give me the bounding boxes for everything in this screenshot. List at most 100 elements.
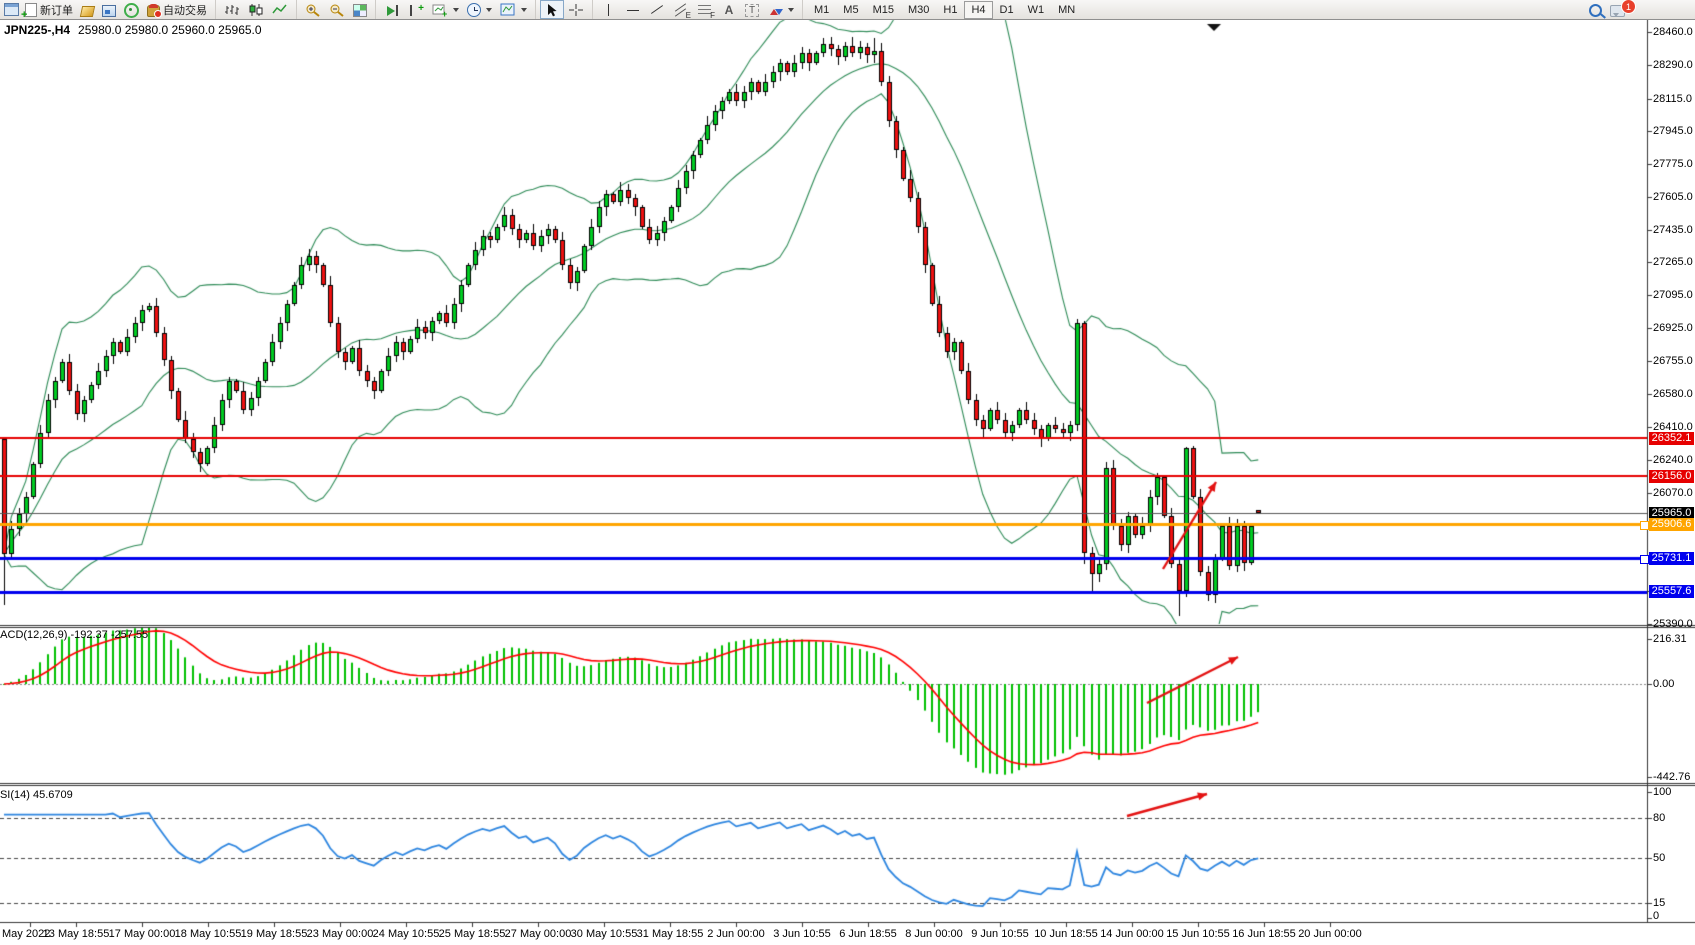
price-line-label: 25731.1 bbox=[1649, 552, 1694, 565]
bar-chart-button[interactable] bbox=[220, 0, 244, 19]
auto-trading-icon bbox=[147, 5, 160, 17]
vertical-line-icon bbox=[601, 3, 617, 17]
timeframe-h1[interactable]: H1 bbox=[936, 1, 964, 19]
search-icon bbox=[1589, 4, 1602, 17]
timeframe-h4[interactable]: H4 bbox=[964, 1, 992, 19]
arrows-icon bbox=[767, 3, 783, 17]
time-axis-label: 25 May 18:55 bbox=[439, 928, 506, 940]
text-label-button[interactable]: T bbox=[741, 0, 763, 19]
time-axis-label: 27 May 00:00 bbox=[505, 928, 572, 940]
rsi-axis-label: 80 bbox=[1653, 812, 1665, 824]
macd-axis-label: 216.31 bbox=[1653, 633, 1687, 645]
search-button[interactable] bbox=[1585, 0, 1606, 19]
line-handle[interactable] bbox=[1640, 555, 1649, 564]
line-chart-button[interactable] bbox=[268, 0, 292, 19]
timeframe-mn[interactable]: MN bbox=[1051, 1, 1082, 19]
price-line-label: 26352.1 bbox=[1649, 432, 1694, 445]
template-button[interactable] bbox=[496, 0, 531, 19]
auto-trading-button[interactable]: 自动交易 bbox=[143, 0, 211, 19]
zoom-out-button[interactable] bbox=[325, 0, 349, 19]
period-caret bbox=[486, 8, 492, 12]
market-depth-button[interactable] bbox=[77, 0, 98, 19]
terminal-button[interactable] bbox=[98, 0, 120, 19]
new-order-icon bbox=[25, 3, 37, 17]
rsi-axis-label: 0 bbox=[1653, 910, 1659, 922]
trendline-icon bbox=[649, 3, 665, 17]
rsi-axis-label: 50 bbox=[1653, 852, 1665, 864]
terminal-icon bbox=[102, 5, 116, 17]
price-axis-label: 27605.0 bbox=[1653, 191, 1693, 203]
candle-chart-button[interactable] bbox=[244, 0, 268, 19]
zoom-in-button[interactable] bbox=[301, 0, 325, 19]
cursor-icon bbox=[544, 3, 560, 17]
toolbar-group-zoom bbox=[297, 0, 376, 19]
time-axis-label: 17 May 00:00 bbox=[109, 928, 176, 940]
time-axis-label: 13 May 18:55 bbox=[43, 928, 110, 940]
toolbar-group-right: 1 bbox=[1581, 0, 1633, 19]
cursor-button[interactable] bbox=[540, 0, 564, 19]
chart-shift-icon bbox=[408, 3, 424, 17]
signals-button[interactable] bbox=[120, 0, 143, 19]
clock-icon bbox=[467, 3, 481, 17]
time-axis-label: 3 Jun 10:55 bbox=[773, 928, 831, 940]
new-order-button[interactable]: 新订单 bbox=[19, 0, 77, 19]
timeframe-m30[interactable]: M30 bbox=[901, 1, 936, 19]
time-axis-label: 20 Jun 00:00 bbox=[1298, 928, 1362, 940]
tile-windows-button[interactable] bbox=[349, 0, 371, 19]
time-axis-label: 18 May 10:55 bbox=[175, 928, 242, 940]
line-chart-icon bbox=[272, 3, 288, 17]
price-axis-label: 27095.0 bbox=[1653, 289, 1693, 301]
toolbar-group-cursor bbox=[536, 0, 593, 19]
horizontal-line-icon bbox=[625, 3, 641, 17]
template-caret bbox=[521, 8, 527, 12]
period-button[interactable] bbox=[463, 0, 496, 19]
equidistant-channel-button[interactable]: E bbox=[669, 0, 693, 19]
chart-ohlc-values: 25980.0 25980.0 25960.0 25965.0 bbox=[78, 23, 262, 37]
rsi-axis-label: 100 bbox=[1653, 786, 1671, 798]
mt4-window: 新订单 自动交易 + bbox=[0, 0, 1695, 945]
price-axis-label: 27775.0 bbox=[1653, 158, 1693, 170]
chart-title: JPN225-,H4 25980.0 25980.0 25960.0 25965.… bbox=[4, 23, 262, 37]
price-axis-label: 26755.0 bbox=[1653, 355, 1693, 367]
new-order-label: 新订单 bbox=[40, 2, 73, 18]
crosshair-button[interactable] bbox=[564, 0, 588, 19]
auto-trading-label: 自动交易 bbox=[163, 2, 207, 18]
rsi-axis-label: 15 bbox=[1653, 897, 1665, 909]
fibonacci-icon: F bbox=[697, 3, 713, 17]
text-icon: A bbox=[721, 3, 737, 17]
line-handle[interactable] bbox=[1640, 521, 1649, 530]
arrows-button[interactable] bbox=[763, 0, 798, 19]
price-axis-label: 26240.0 bbox=[1653, 454, 1693, 466]
time-axis-label: 2 Jun 00:00 bbox=[707, 928, 765, 940]
timeframe-w1[interactable]: W1 bbox=[1021, 1, 1052, 19]
chat-button[interactable]: 1 bbox=[1606, 0, 1629, 19]
price-line-label: 25557.6 bbox=[1649, 585, 1694, 598]
toolbar-group-charttype bbox=[216, 0, 297, 19]
bar-chart-icon bbox=[224, 3, 240, 17]
svg-text:+: + bbox=[442, 9, 447, 17]
toolbar-group-timeframes: M1M5M15M30H1H4D1W1MN bbox=[803, 0, 1086, 19]
vertical-line-button[interactable] bbox=[597, 0, 621, 19]
new-chart-caret bbox=[453, 8, 459, 12]
chart-shift-button[interactable] bbox=[404, 0, 428, 19]
new-chart-button[interactable]: + bbox=[428, 0, 463, 19]
fibonacci-button[interactable]: F bbox=[693, 0, 717, 19]
time-axis-label: 6 Jun 18:55 bbox=[839, 928, 897, 940]
chart-canvas[interactable] bbox=[0, 0, 1695, 945]
text-button[interactable]: A bbox=[717, 0, 741, 19]
horizontal-line-button[interactable] bbox=[621, 0, 645, 19]
signal-icon bbox=[124, 3, 139, 18]
rsi-label: RSI(14) 45.6709 bbox=[0, 789, 73, 801]
timeframe-m15[interactable]: M15 bbox=[866, 1, 901, 19]
trendline-button[interactable] bbox=[645, 0, 669, 19]
timeframe-m5[interactable]: M5 bbox=[836, 1, 865, 19]
time-axis-label: 31 May 18:55 bbox=[637, 928, 704, 940]
timeframe-m1[interactable]: M1 bbox=[807, 1, 836, 19]
price-axis-label: 26580.0 bbox=[1653, 388, 1693, 400]
toolbar-group-order: 新订单 自动交易 bbox=[0, 0, 216, 19]
timeframe-d1[interactable]: D1 bbox=[993, 1, 1021, 19]
auto-scroll-button[interactable] bbox=[380, 0, 404, 19]
chart-symbol-period: JPN225-,H4 bbox=[4, 23, 70, 37]
text-label-icon: T bbox=[745, 4, 759, 17]
time-axis-label: 14 Jun 00:00 bbox=[1100, 928, 1164, 940]
